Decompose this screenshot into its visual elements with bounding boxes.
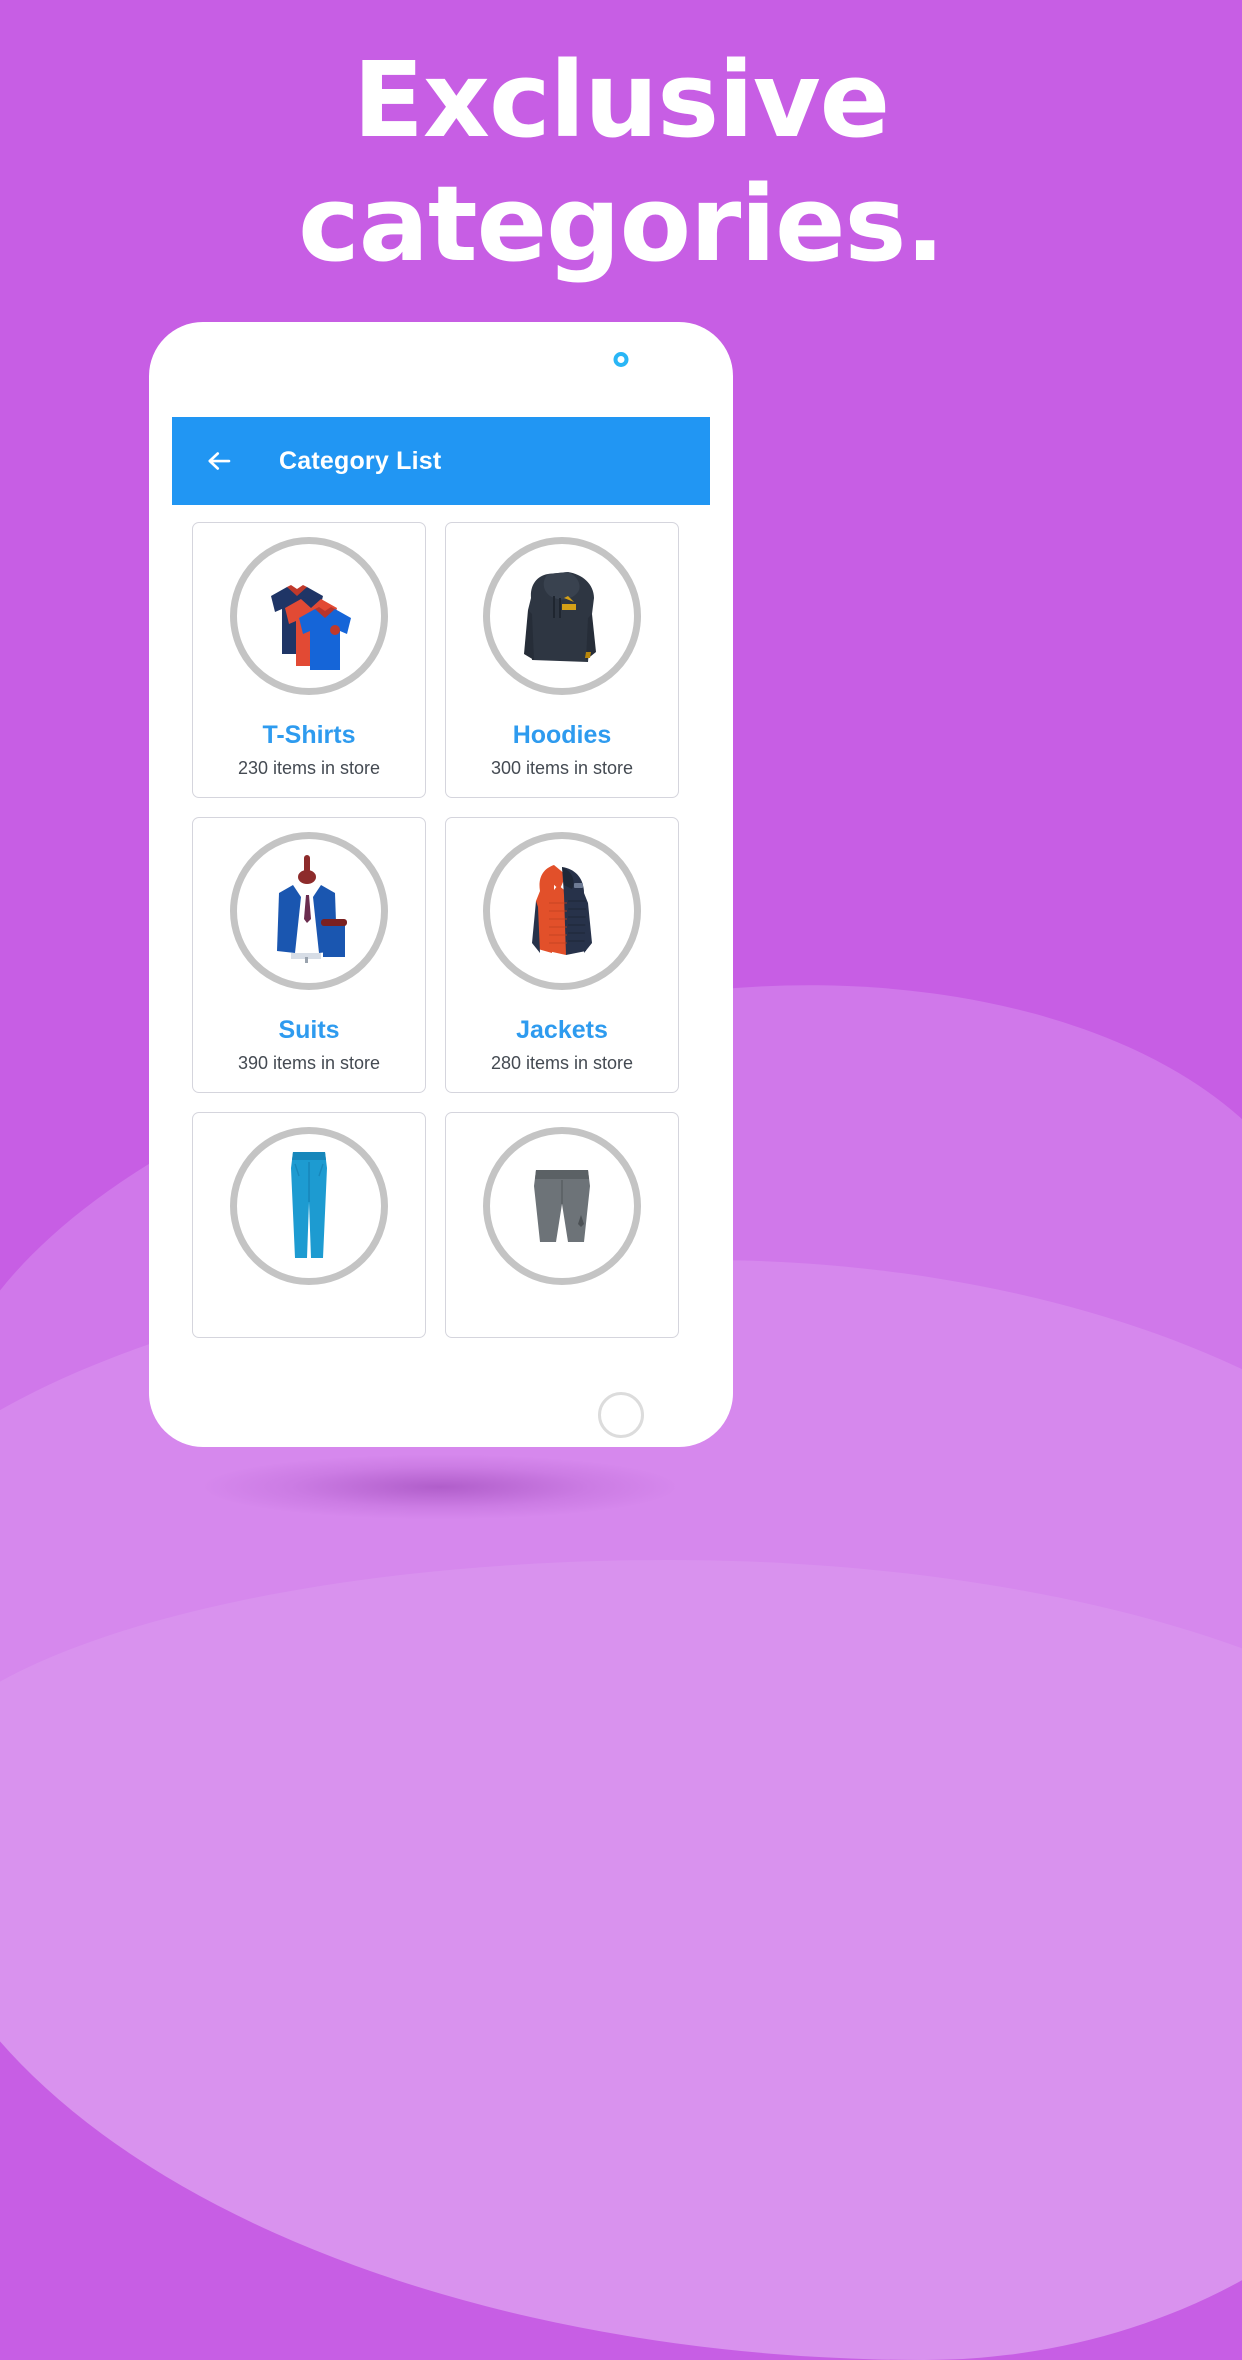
category-count: 280 items in store [490,1053,634,1073]
polo-shirts-image [249,556,369,676]
category-thumbnail-ring [230,537,388,695]
category-name: T-Shirts [262,721,356,749]
category-thumbnail-ring [483,1127,641,1285]
app-bar-title: Category List [279,446,442,475]
category-name: Suits [278,1016,340,1044]
shorts-image [502,1146,622,1266]
category-name: Jackets [516,1016,608,1044]
category-count: 300 items in store [490,758,634,778]
phone-drop-shadow [205,1455,675,1519]
headline-line-2: categories. [298,163,945,285]
category-card[interactable]: T-Shirts 230 items in store [192,522,426,798]
suit-image [249,851,369,971]
category-thumbnail-ring [230,832,388,990]
page-headline: Exclusive categories. [0,38,1242,286]
back-arrow-icon[interactable] [199,441,239,481]
category-name: Hoodies [512,721,612,749]
app-screen: Category List T-Shirts 230 items in stor… [172,417,710,1377]
puffer-jacket-image [502,851,622,971]
home-button-icon[interactable] [598,1392,644,1438]
category-card[interactable]: Hoodies 300 items in store [445,522,679,798]
category-card[interactable] [192,1112,426,1338]
hoodie-image [502,556,622,676]
category-thumbnail-ring [483,537,641,695]
category-card[interactable]: Suits 390 items in store [192,817,426,1093]
background-wave-lower [0,1560,1242,2360]
category-count: 390 items in store [237,1053,381,1073]
category-grid: T-Shirts 230 items in store Hoodies 300 … [172,505,710,1338]
category-card[interactable]: Jackets 280 items in store [445,817,679,1093]
category-thumbnail-ring [230,1127,388,1285]
category-count: 230 items in store [237,758,381,778]
category-thumbnail-ring [483,832,641,990]
category-card[interactable] [445,1112,679,1338]
pants-image [249,1146,369,1266]
camera-dot-icon [613,352,629,367]
app-bar: Category List [172,417,710,505]
headline-line-1: Exclusive [352,39,890,161]
